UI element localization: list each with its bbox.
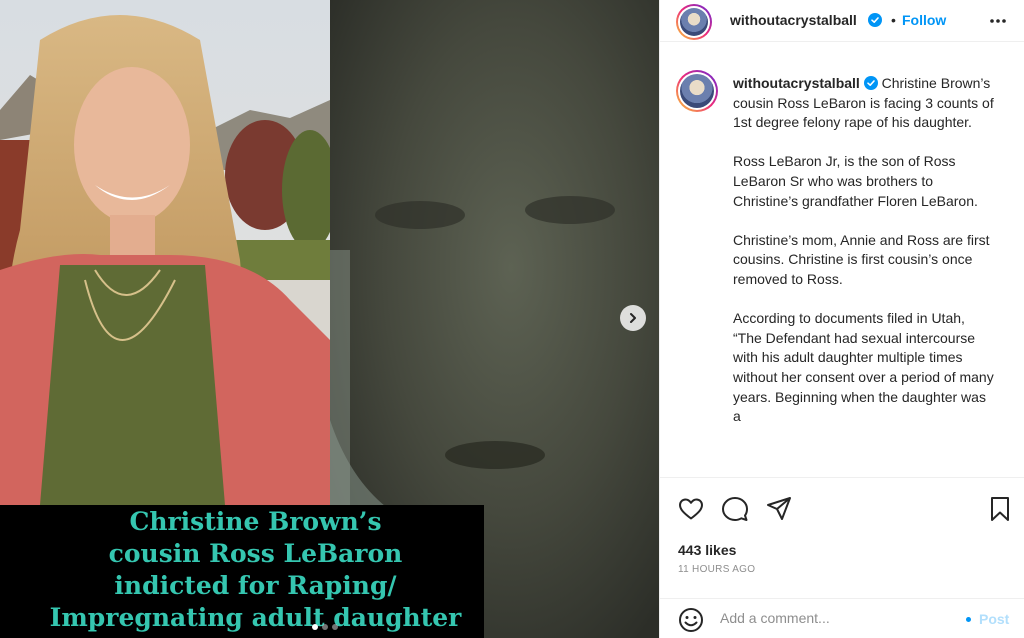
comments-area[interactable]: withoutacrystalball Christine Brown’s co…	[660, 56, 1024, 476]
follow-button[interactable]: Follow	[902, 12, 946, 28]
caption-paragraph: Ross LeBaron Jr, is the son of Ross LeBa…	[733, 153, 978, 209]
post-photo-left	[0, 0, 330, 505]
post-header: withoutacrystalball • Follow	[660, 0, 1024, 42]
caption-first-paragraph: withoutacrystalball Christine Brown’s co…	[733, 74, 995, 133]
chevron-right-icon	[630, 313, 636, 323]
post-side-panel: withoutacrystalball • Follow withoutacry…	[659, 0, 1024, 638]
carousel-dot	[322, 624, 328, 630]
caption-overlay-line: Impregnating adult daughter	[49, 603, 462, 632]
comment-icon[interactable]	[721, 495, 749, 523]
avatar-image	[680, 74, 714, 108]
more-options-icon[interactable]	[988, 11, 1008, 31]
post-actions: 443 likes 11 HOURS AGO	[660, 477, 1024, 577]
caption-overlay-line: indicted for Raping/	[114, 571, 397, 600]
caption-overlay-line: Christine Brown’s	[129, 507, 382, 536]
verified-badge-icon	[868, 13, 882, 27]
caption-username[interactable]: withoutacrystalball	[733, 75, 860, 91]
bookmark-icon[interactable]	[986, 495, 1014, 523]
add-comment-bar: Post	[660, 598, 1024, 638]
heart-icon[interactable]	[677, 495, 705, 523]
avatar[interactable]	[676, 4, 712, 40]
like-count[interactable]: 443 likes	[678, 542, 736, 558]
comment-input[interactable]	[720, 610, 940, 626]
post-indicator-dot	[966, 617, 971, 622]
post-media[interactable]: Christine Brown’s cousin Ross LeBaron in…	[0, 0, 659, 638]
avatar-image	[680, 8, 708, 36]
caption-paragraph: Christine’s mom, Annie and Ross are firs…	[733, 231, 990, 287]
verified-badge-icon	[863, 76, 878, 90]
emoji-icon[interactable]	[678, 607, 704, 633]
caption-paragraph: According to documents filed in Utah, “T…	[733, 310, 994, 425]
header-separator: •	[891, 12, 896, 28]
caption-overlay-line: cousin Ross LeBaron	[108, 539, 403, 568]
carousel-dot-active	[312, 624, 318, 630]
share-icon[interactable]	[765, 495, 793, 523]
post-timestamp[interactable]: 11 HOURS AGO	[678, 564, 755, 575]
carousel-next-button[interactable]	[620, 305, 646, 331]
caption-overlay: Christine Brown’s cousin Ross LeBaron in…	[27, 505, 484, 638]
header-username[interactable]: withoutacrystalball	[730, 12, 857, 28]
caption-avatar[interactable]	[676, 70, 718, 112]
carousel-indicator	[312, 624, 338, 630]
post-caption: withoutacrystalball Christine Brown’s co…	[733, 74, 995, 446]
post-comment-button[interactable]: Post	[979, 611, 1009, 627]
carousel-dot	[332, 624, 338, 630]
